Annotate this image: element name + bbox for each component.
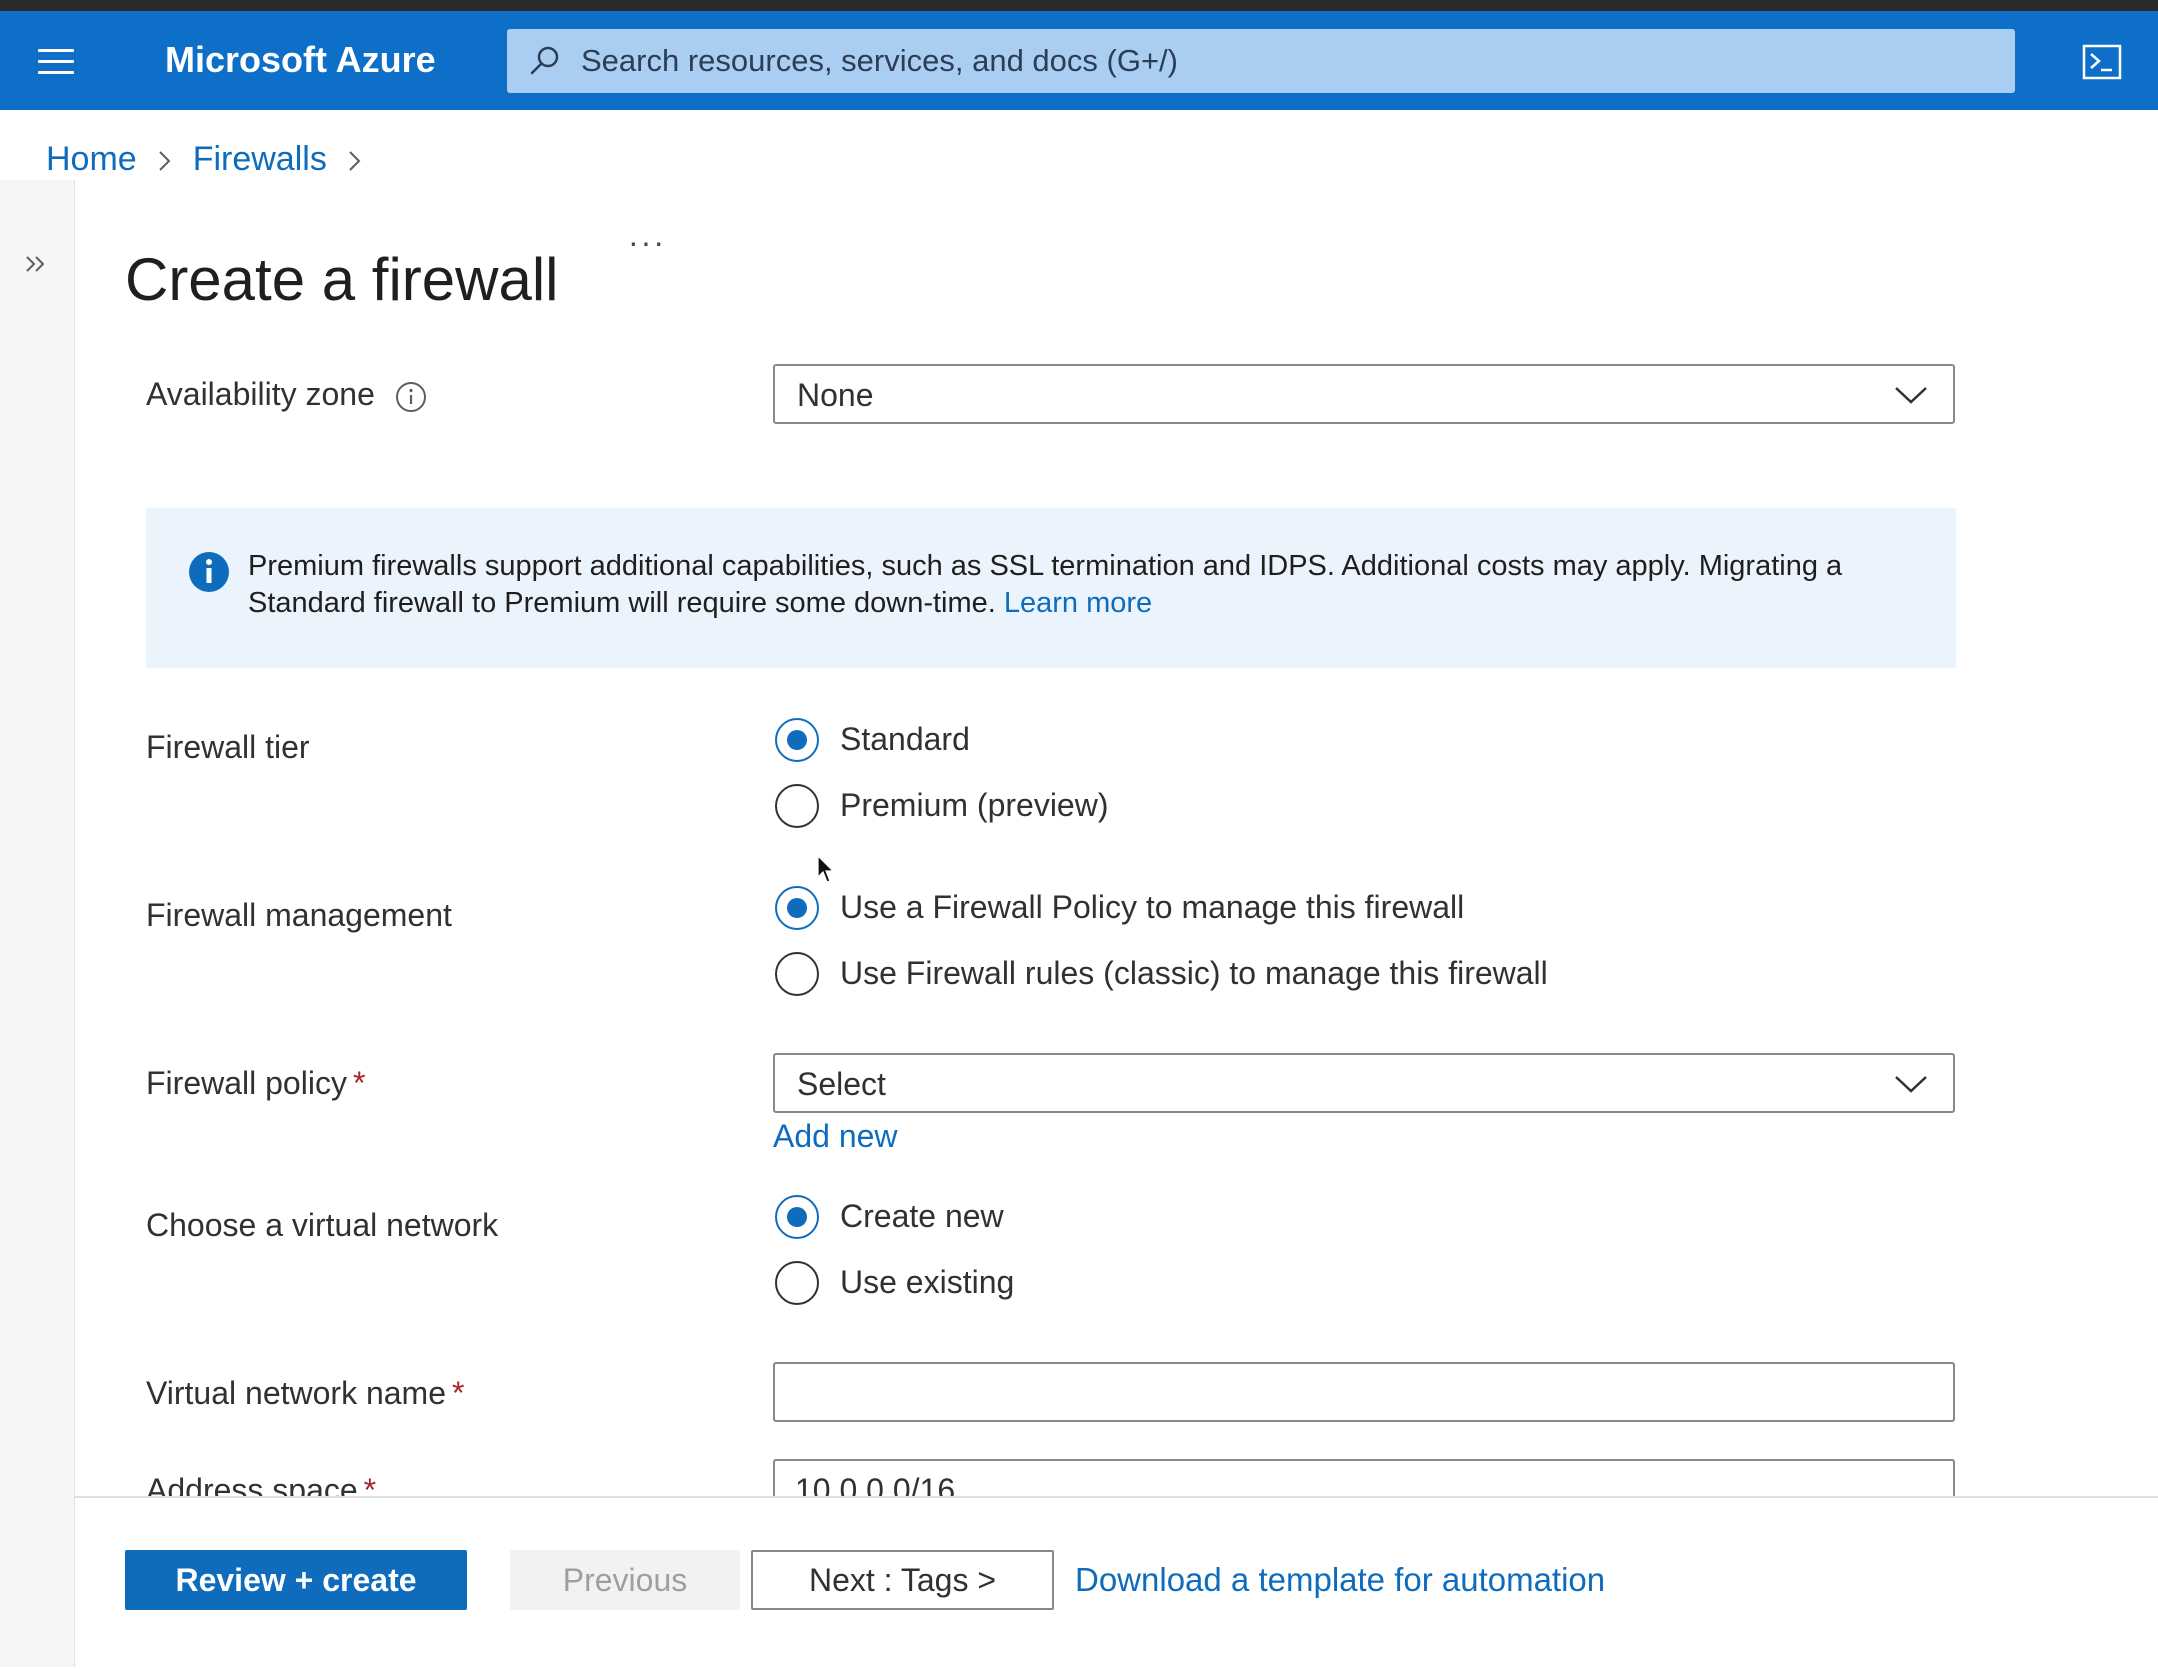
vnet-name-label-text: Virtual network name xyxy=(146,1375,446,1411)
breadcrumb-home[interactable]: Home xyxy=(46,140,137,178)
chevron-right-icon xyxy=(349,151,361,171)
info-icon xyxy=(189,552,229,592)
hamburger-menu-icon[interactable] xyxy=(38,49,74,75)
chevron-down-icon xyxy=(1895,1076,1927,1093)
info-banner-text: Premium firewalls support additional cap… xyxy=(248,548,1938,622)
breadcrumb: Home Firewalls xyxy=(46,137,383,181)
virtual-network-label: Choose a virtual network xyxy=(146,1207,499,1243)
mouse-cursor-icon xyxy=(817,855,835,883)
required-asterisk: * xyxy=(352,1065,366,1101)
page-title: Create a firewall xyxy=(125,246,559,314)
radio-management-policy-label: Use a Firewall Policy to manage this fir… xyxy=(840,889,1465,925)
availability-zone-label-text: Availability zone xyxy=(146,376,375,412)
required-asterisk: * xyxy=(452,1375,465,1411)
availability-zone-value: None xyxy=(797,377,874,413)
add-new-policy-link[interactable]: Add new xyxy=(773,1115,898,1157)
firewall-policy-label: Firewall policy * xyxy=(146,1062,365,1104)
radio-vnet-use-existing-label: Use existing xyxy=(840,1264,1015,1300)
radio-empty-icon xyxy=(775,952,819,996)
firewall-tier-label: Firewall tier xyxy=(146,729,310,765)
firewall-management-label: Firewall management xyxy=(146,897,452,933)
next-tags-button[interactable]: Next : Tags > xyxy=(751,1550,1054,1610)
radio-tier-premium-label: Premium (preview) xyxy=(840,787,1109,823)
info-circle-icon[interactable] xyxy=(395,381,427,413)
more-options-button[interactable]: ··· xyxy=(628,222,666,262)
wizard-footer: Review + create Previous Next : Tags > D… xyxy=(75,1496,2158,1669)
search-placeholder[interactable]: Search resources, services, and docs (G+… xyxy=(581,41,1178,81)
radio-management-classic-label: Use Firewall rules (classic) to manage t… xyxy=(840,955,1548,991)
radio-selected-icon xyxy=(775,1195,819,1239)
chevron-down-icon xyxy=(1895,387,1927,404)
availability-zone-label: Availability zone xyxy=(146,373,427,415)
radio-selected-icon xyxy=(775,886,819,930)
previous-button[interactable]: Previous xyxy=(510,1550,740,1610)
radio-vnet-create-new-label: Create new xyxy=(840,1198,1004,1234)
radio-empty-icon xyxy=(775,1261,819,1305)
left-collapsed-rail xyxy=(0,180,75,1667)
radio-selected-icon xyxy=(775,718,819,762)
firewall-policy-label-text: Firewall policy xyxy=(146,1065,347,1101)
download-template-link[interactable]: Download a template for automation xyxy=(1075,1558,1605,1602)
chevron-right-icon xyxy=(158,151,171,171)
cloud-shell-icon[interactable] xyxy=(2082,44,2122,80)
vnet-name-field[interactable] xyxy=(773,1362,1955,1422)
vnet-name-label: Virtual network name * xyxy=(146,1372,464,1414)
global-search-box[interactable]: Search resources, services, and docs (G+… xyxy=(507,29,2015,93)
window-top-strip xyxy=(0,0,2158,11)
radio-empty-icon xyxy=(775,784,819,828)
brand-title[interactable]: Microsoft Azure xyxy=(165,37,436,83)
firewall-policy-select[interactable]: Select xyxy=(773,1053,1955,1113)
learn-more-link[interactable]: Learn more xyxy=(1004,587,1152,619)
search-icon xyxy=(530,46,559,75)
firewall-policy-value: Select xyxy=(797,1066,886,1102)
review-create-button[interactable]: Review + create xyxy=(125,1550,467,1610)
premium-info-banner: Premium firewalls support additional cap… xyxy=(146,508,1956,668)
radio-tier-standard-label: Standard xyxy=(840,721,970,757)
expand-double-chevron-icon[interactable] xyxy=(22,250,50,278)
availability-zone-select[interactable]: None xyxy=(773,364,1955,424)
vnet-name-input[interactable] xyxy=(795,1372,1925,1414)
breadcrumb-firewalls[interactable]: Firewalls xyxy=(193,140,327,178)
portal-top-bar: Microsoft Azure Search resources, servic… xyxy=(0,11,2158,110)
